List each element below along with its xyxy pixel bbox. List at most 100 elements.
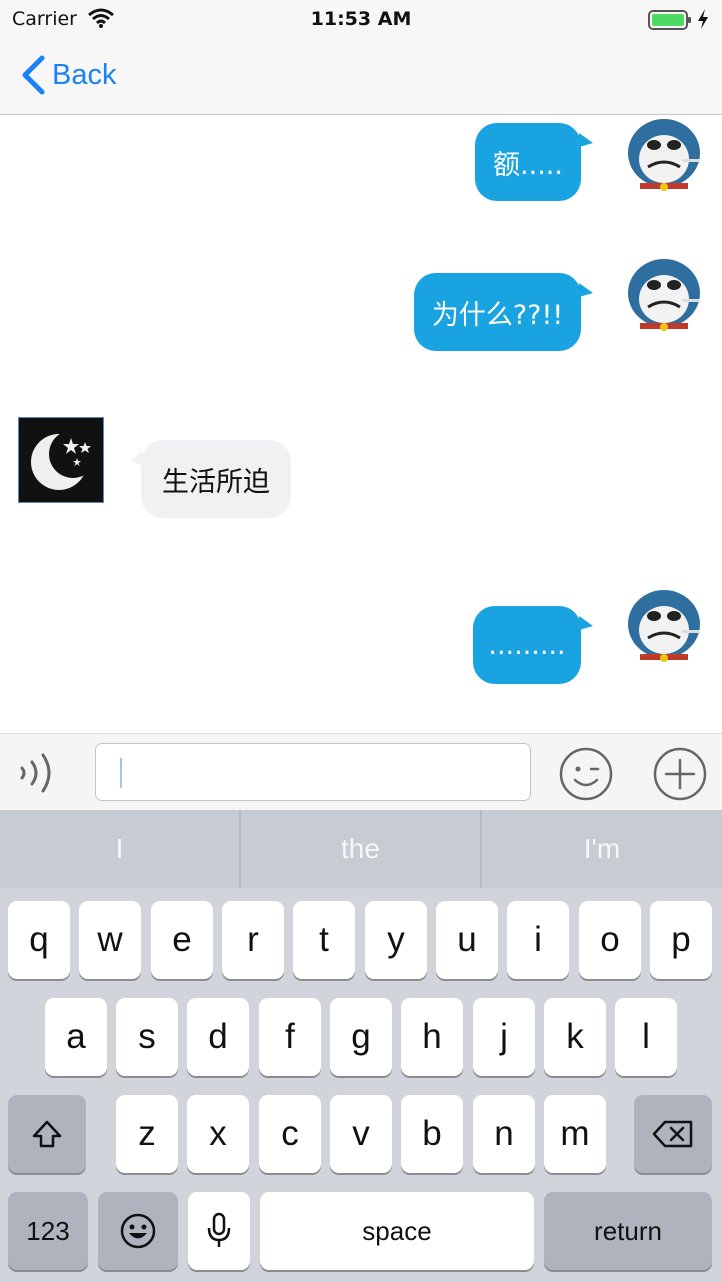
emoji-key[interactable] bbox=[98, 1192, 178, 1270]
message-input-bar bbox=[0, 733, 722, 811]
key-label: w bbox=[97, 920, 123, 959]
key-label: return bbox=[594, 1215, 662, 1246]
key-label: r bbox=[247, 920, 259, 959]
user-avatar[interactable] bbox=[624, 255, 704, 335]
suggestion-item[interactable]: the bbox=[241, 810, 480, 888]
outgoing-message-bubble[interactable]: ......... bbox=[473, 606, 581, 684]
outgoing-message-bubble[interactable]: 为什么??!! bbox=[414, 273, 581, 351]
contact-avatar[interactable] bbox=[18, 417, 104, 503]
message-input[interactable] bbox=[95, 743, 531, 801]
key-label: b bbox=[422, 1114, 442, 1153]
key-r[interactable]: r bbox=[222, 901, 284, 979]
bubble-tail bbox=[579, 133, 593, 147]
charging-icon bbox=[698, 9, 708, 29]
key-label: f bbox=[285, 1017, 295, 1056]
key-x[interactable]: x bbox=[187, 1095, 249, 1173]
key-label: space bbox=[362, 1215, 432, 1246]
incoming-message-bubble[interactable]: 生活所迫 bbox=[141, 440, 291, 518]
status-time: 11:53 AM bbox=[310, 8, 412, 30]
key-o[interactable]: o bbox=[579, 901, 641, 979]
key-label: g bbox=[351, 1017, 371, 1056]
key-label: e bbox=[172, 920, 192, 959]
key-e[interactable]: e bbox=[151, 901, 213, 979]
return-key[interactable]: return bbox=[544, 1192, 712, 1270]
key-label: a bbox=[66, 1017, 86, 1056]
suggestion-item[interactable]: I bbox=[0, 810, 239, 888]
key-y[interactable]: y bbox=[365, 901, 427, 979]
keyboard: I the I'm q w e r t y u i o p a s d f g … bbox=[0, 810, 722, 1282]
navigation-bar: Carrier 11:53 AM Back bbox=[0, 0, 722, 115]
key-a[interactable]: a bbox=[45, 998, 107, 1076]
shift-arrow-icon bbox=[32, 1120, 62, 1148]
key-c[interactable]: c bbox=[259, 1095, 321, 1173]
key-label: p bbox=[671, 920, 691, 959]
key-label: n bbox=[494, 1114, 514, 1153]
bubble-tail bbox=[579, 283, 593, 297]
key-label: o bbox=[600, 920, 620, 959]
key-label: l bbox=[642, 1017, 650, 1056]
key-label: c bbox=[281, 1114, 299, 1153]
key-b[interactable]: b bbox=[401, 1095, 463, 1173]
chat-screen: Carrier 11:53 AM Back 额..... 为什么??!! 生活所… bbox=[0, 0, 722, 1282]
microphone-icon bbox=[207, 1212, 231, 1247]
key-w[interactable]: w bbox=[79, 901, 141, 979]
user-avatar[interactable] bbox=[624, 115, 704, 195]
suggestion-item[interactable]: I'm bbox=[482, 810, 722, 888]
add-icon[interactable] bbox=[652, 746, 708, 802]
key-q[interactable]: q bbox=[8, 901, 70, 979]
key-label: s bbox=[138, 1017, 156, 1056]
key-l[interactable]: l bbox=[615, 998, 677, 1076]
key-label: t bbox=[319, 920, 329, 959]
key-d[interactable]: d bbox=[187, 998, 249, 1076]
text-cursor bbox=[120, 758, 122, 788]
key-label: x bbox=[209, 1114, 227, 1153]
key-label: h bbox=[422, 1017, 442, 1056]
delete-key[interactable] bbox=[634, 1095, 712, 1173]
suggestion-label: I'm bbox=[583, 833, 621, 864]
suggestion-bar: I the I'm bbox=[0, 810, 722, 888]
key-label: u bbox=[457, 920, 477, 959]
key-v[interactable]: v bbox=[330, 1095, 392, 1173]
emoji-icon[interactable] bbox=[558, 746, 614, 802]
user-avatar[interactable] bbox=[624, 586, 704, 666]
chevron-left-icon bbox=[22, 55, 45, 95]
message-list[interactable]: 额..... 为什么??!! 生活所迫 ......... bbox=[0, 115, 722, 733]
emoji-face-icon bbox=[120, 1213, 156, 1249]
message-text: ......... bbox=[488, 629, 566, 661]
key-t[interactable]: t bbox=[293, 901, 355, 979]
key-p[interactable]: p bbox=[650, 901, 712, 979]
key-h[interactable]: h bbox=[401, 998, 463, 1076]
suggestion-label: I bbox=[115, 833, 124, 864]
key-m[interactable]: m bbox=[544, 1095, 606, 1173]
key-label: y bbox=[387, 920, 405, 959]
key-g[interactable]: g bbox=[330, 998, 392, 1076]
backspace-icon bbox=[652, 1120, 693, 1148]
key-label: v bbox=[352, 1114, 370, 1153]
back-button[interactable]: Back bbox=[20, 54, 116, 96]
key-label: j bbox=[500, 1017, 508, 1056]
outgoing-message-bubble[interactable]: 额..... bbox=[475, 123, 581, 201]
space-key[interactable]: space bbox=[260, 1192, 534, 1270]
key-z[interactable]: z bbox=[116, 1095, 178, 1173]
shift-key[interactable] bbox=[8, 1095, 86, 1173]
message-text: 额..... bbox=[493, 149, 563, 181]
suggestion-label: the bbox=[341, 833, 380, 864]
message-text: 生活所迫 bbox=[162, 466, 270, 498]
numbers-key[interactable]: 123 bbox=[8, 1192, 88, 1270]
key-label: m bbox=[560, 1114, 590, 1153]
key-i[interactable]: i bbox=[507, 901, 569, 979]
key-n[interactable]: n bbox=[473, 1095, 535, 1173]
key-label: k bbox=[566, 1017, 584, 1056]
key-f[interactable]: f bbox=[259, 998, 321, 1076]
key-k[interactable]: k bbox=[544, 998, 606, 1076]
voice-icon[interactable] bbox=[16, 748, 64, 798]
key-u[interactable]: u bbox=[436, 901, 498, 979]
bubble-tail bbox=[579, 616, 593, 630]
key-j[interactable]: j bbox=[473, 998, 535, 1076]
key-s[interactable]: s bbox=[116, 998, 178, 1076]
moon-icon bbox=[31, 430, 97, 490]
dictation-key[interactable] bbox=[188, 1192, 250, 1270]
key-label: z bbox=[138, 1114, 156, 1153]
key-label: 123 bbox=[26, 1215, 70, 1246]
back-label: Back bbox=[52, 58, 117, 91]
